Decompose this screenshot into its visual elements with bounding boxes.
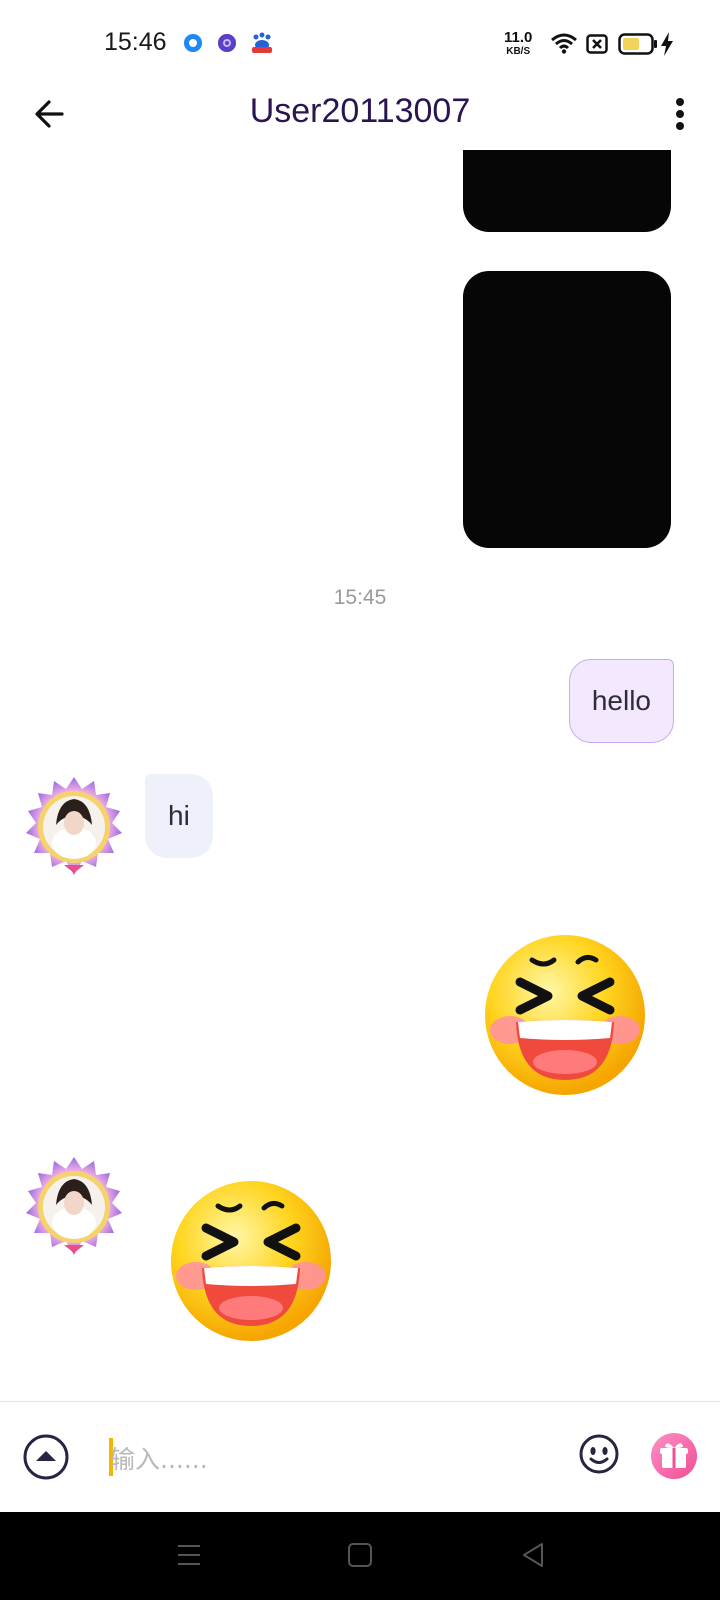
laughing-squint-emoji-icon [171,1181,331,1341]
charging-icon [660,32,674,61]
gift-icon [651,1433,697,1479]
battery-icon [618,33,658,60]
gift-button[interactable] [651,1433,697,1479]
home-icon[interactable] [347,1542,373,1568]
system-nav-bar [0,1512,720,1600]
wifi-icon [550,32,578,59]
avatar[interactable] [22,1155,126,1259]
sticker-message-outgoing[interactable] [482,932,648,1098]
laughing-squint-emoji-icon [485,935,645,1095]
network-speed-unit: KB/S [506,46,531,57]
app-notification-icon-blue [184,34,202,52]
more-menu-button[interactable] [666,96,694,136]
app-notification-icon-purple [218,34,236,52]
sticker-message-incoming[interactable] [168,1178,334,1344]
emoji-icon [579,1434,619,1474]
message-timestamp: 15:45 [333,586,387,609]
more-vertical-icon [676,98,684,130]
message-input[interactable] [108,1438,552,1480]
page-title: User20113007 [249,92,471,130]
status-time: 15:46 [104,28,167,56]
back-nav-icon[interactable] [520,1542,546,1568]
message-bubble-incoming[interactable]: hi [145,774,213,858]
avatar[interactable] [22,775,126,879]
network-speed: 11.0 KB/S [504,29,533,59]
media-message-outgoing[interactable] [463,271,671,548]
sim-blocked-icon [586,34,608,59]
message-bubble-outgoing[interactable]: hello [568,659,674,743]
expand-up-icon [23,1434,69,1480]
network-speed-value: 11.0 [504,29,533,46]
expand-button[interactable] [22,1433,70,1481]
baidu-notification-icon [250,32,274,54]
menu-icon[interactable] [176,1542,202,1568]
emoji-button[interactable] [578,1433,620,1475]
media-message-outgoing[interactable] [463,150,671,232]
